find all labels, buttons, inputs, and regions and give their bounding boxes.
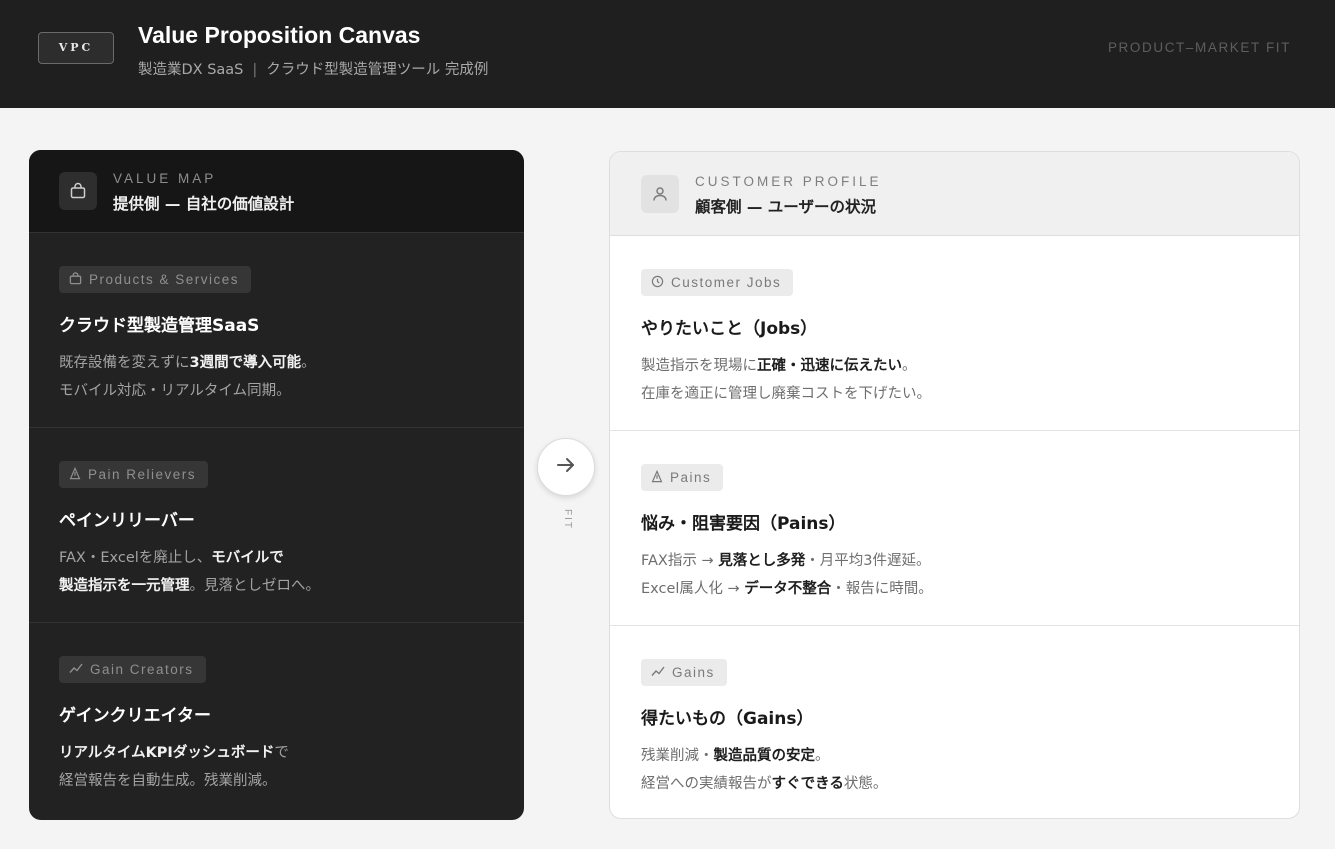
fit-connector (537, 438, 595, 496)
body-highlight: リアルタイムKPIダッシュボード (59, 745, 275, 761)
body-text: 。 (815, 748, 830, 764)
body-text: 製造指示を現場に (641, 358, 757, 374)
customer-profile-header: CUSTOMER PROFILE 顧客側 — ユーザーの状況 (610, 152, 1299, 236)
chip-label: Pains (670, 470, 712, 485)
user-icon (641, 175, 679, 213)
section-title: 得たいもの（Gains） (641, 709, 814, 729)
body-text: 。 (902, 358, 917, 374)
section-body: リアルタイムKPIダッシュボードで 経営報告を自動生成。残業削減。 (59, 739, 289, 795)
body-highlight: すぐできる (771, 776, 844, 792)
customer-profile-panel: CUSTOMER PROFILE 顧客側 — ユーザーの状況 Customer … (609, 151, 1300, 819)
value-map-header: VALUE MAP 提供側 — 自社の価値設計 (29, 150, 524, 233)
pain-relievers-section: Pain Relievers ペインリリーバー FAX・Excelを廃止し、モバ… (29, 428, 524, 623)
body-text: 残業削減・ (641, 748, 714, 764)
body-text: FAX指示 → (641, 553, 719, 569)
section-body: 残業削減・製造品質の安定。 経営への実績報告がすぐできる状態。 (641, 742, 887, 798)
body-text: 経営への実績報告が (641, 776, 772, 792)
products-services-chip: Products & Services (59, 266, 252, 293)
value-map-title: 提供側 — 自社の価値設計 (113, 195, 295, 213)
section-title: やりたいこと（Jobs） (641, 319, 818, 339)
body-text: 状態。 (843, 776, 888, 792)
body-text: ・月平均3件遅延。 (805, 553, 931, 569)
body-text: 。 (301, 355, 316, 371)
section-title: 悩み・阻害要因（Pains） (641, 514, 846, 534)
customer-jobs-chip: Customer Jobs (641, 269, 794, 296)
section-title: クラウド型製造管理SaaS (59, 316, 260, 336)
page-title: Value Proposition Canvas (138, 22, 421, 48)
body-highlight: 製造指示を一元管理 (59, 578, 190, 594)
trend-icon (69, 662, 83, 677)
section-body: FAX指示 → 見落とし多発・月平均3件遅延。 Excel属人化 → データ不整… (641, 547, 933, 603)
body-text: ・報告に時間。 (831, 581, 933, 597)
top-bar: VPC Value Proposition Canvas 製造業DX SaaS |… (0, 0, 1335, 108)
body-text: FAX・Excelを廃止し、 (59, 550, 212, 566)
pains-chip: Pains (641, 464, 724, 491)
subtitle-separator: | (252, 62, 258, 78)
header-fit-label: PRODUCT–MARKET FIT (1107, 40, 1291, 55)
body-highlight: 製造品質の安定 (713, 748, 816, 764)
chip-label: Products & Services (89, 272, 240, 287)
gains-chip: Gains (641, 659, 727, 686)
clock-icon (651, 275, 664, 291)
bag-icon (69, 271, 82, 288)
customer-profile-title: 顧客側 — ユーザーの状況 (695, 198, 876, 216)
body-highlight: 3週間で導入可能 (189, 355, 302, 371)
body-text: Excel属人化 → (641, 581, 745, 597)
body-highlight: 正確・迅速に伝えたい (757, 358, 902, 374)
trend-icon (651, 665, 665, 680)
body-text: 在庫を適正に管理し廃棄コストを下げたい。 (641, 386, 931, 402)
products-services-section: Products & Services クラウド型製造管理SaaS 既存設備を変… (29, 233, 524, 428)
body-highlight: モバイルで (211, 550, 284, 566)
chip-label: Gain Creators (90, 662, 194, 677)
section-title: ゲインクリエイター (59, 706, 211, 726)
gain-creators-section: Gain Creators ゲインクリエイター リアルタイムKPIダッシュボード… (29, 623, 524, 818)
value-map-eyebrow: VALUE MAP (113, 171, 217, 186)
bag-icon (59, 172, 97, 210)
body-text: 経営報告を自動生成。残業削減。 (59, 773, 277, 789)
subtitle-product: クラウド型製造管理ツール 完成例 (266, 62, 489, 78)
page-subtitle: 製造業DX SaaS | クラウド型製造管理ツール 完成例 (138, 58, 488, 79)
customer-profile-eyebrow: CUSTOMER PROFILE (695, 174, 882, 189)
body-highlight: 見落とし多発 (718, 553, 806, 569)
logo: VPC (38, 32, 114, 64)
section-body: 製造指示を現場に正確・迅速に伝えたい。 在庫を適正に管理し廃棄コストを下げたい。 (641, 352, 931, 408)
warning-icon (69, 466, 81, 483)
body-highlight: データ不整合 (744, 581, 832, 597)
arrow-right-icon (556, 457, 576, 477)
gains-section: Gains 得たいもの（Gains） 残業削減・製造品質の安定。 経営への実績報… (610, 626, 1299, 818)
section-body: 既存設備を変えずに3週間で導入可能。 モバイル対応・リアルタイム同期。 (59, 349, 316, 405)
body-text: 既存設備を変えずに (59, 355, 190, 371)
fit-label: FIT (562, 509, 573, 530)
chip-label: Pain Relievers (88, 467, 197, 482)
body-text: 。見落としゼロへ。 (189, 578, 321, 594)
body-text: で (274, 745, 289, 761)
section-title: ペインリリーバー (59, 511, 195, 531)
chip-label: Gains (672, 665, 715, 680)
section-body: FAX・Excelを廃止し、モバイルで 製造指示を一元管理。見落としゼロへ。 (59, 544, 320, 600)
pains-section: Pains 悩み・阻害要因（Pains） FAX指示 → 見落とし多発・月平均3… (610, 431, 1299, 626)
pain-relievers-chip: Pain Relievers (59, 461, 209, 488)
body-text: モバイル対応・リアルタイム同期。 (59, 383, 291, 399)
warning-icon (651, 469, 663, 486)
value-map-panel: VALUE MAP 提供側 — 自社の価値設計 Products & Servi… (29, 150, 524, 820)
customer-jobs-section: Customer Jobs やりたいこと（Jobs） 製造指示を現場に正確・迅速… (610, 236, 1299, 431)
chip-label: Customer Jobs (671, 275, 782, 290)
subtitle-industry: 製造業DX SaaS (138, 62, 244, 78)
gain-creators-chip: Gain Creators (59, 656, 206, 683)
